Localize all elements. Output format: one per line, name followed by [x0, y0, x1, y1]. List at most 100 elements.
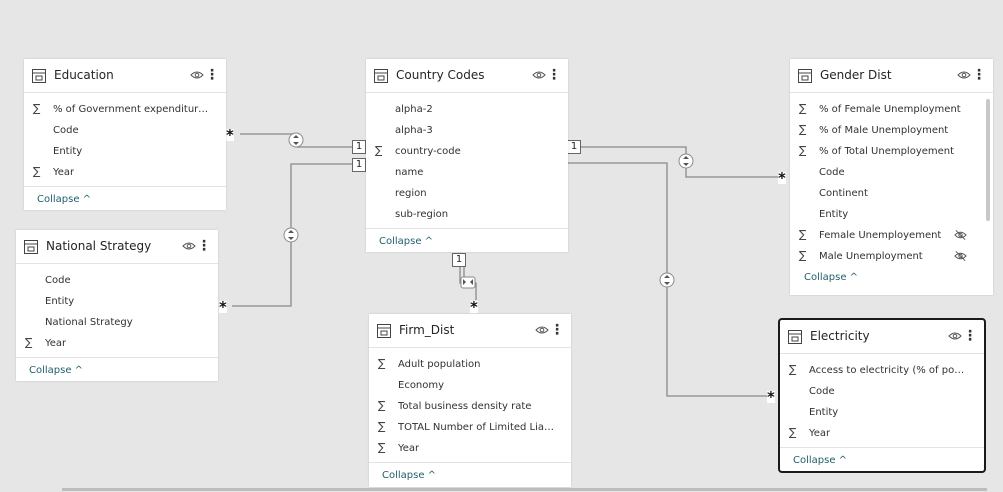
more-options-icon[interactable]: ⋮	[205, 68, 219, 82]
more-options-icon[interactable]: ⋮	[550, 323, 564, 337]
eye-slash-icon[interactable]	[954, 251, 967, 261]
table-card-firm-dist[interactable]: Firm_Dist ⋮ ∑ Adult population Economy ∑ T…	[369, 314, 571, 487]
field-row[interactable]: ∑ Total business density rate	[369, 396, 571, 417]
field-row[interactable]: ∑ Year	[16, 333, 218, 354]
field-row[interactable]: region	[366, 183, 568, 204]
collapse-button[interactable]: Collapse ^	[379, 236, 433, 247]
field-row[interactable]: ∑ Male Unemployment	[790, 246, 993, 267]
field-row[interactable]: sub-region	[366, 204, 568, 225]
field-label: Access to electricity (% of popul...	[809, 365, 969, 376]
field-row[interactable]: Code	[790, 162, 993, 183]
field-label: Code	[45, 275, 71, 286]
more-options-icon[interactable]: ⋮	[963, 329, 977, 343]
field-row[interactable]: Code	[24, 120, 226, 141]
eye-icon[interactable]	[535, 325, 549, 335]
field-row[interactable]: Code	[16, 270, 218, 291]
collapse-button[interactable]: Collapse ^	[382, 470, 436, 481]
table-title: Firm_Dist	[399, 323, 455, 337]
field-row[interactable]: ∑ Access to electricity (% of popul...	[780, 360, 984, 381]
more-options-icon[interactable]: ⋮	[547, 68, 561, 82]
table-card-electricity[interactable]: Electricity ⋮ ∑ Access to electricity (% …	[778, 318, 986, 474]
field-label: Entity	[53, 146, 83, 157]
sigma-icon: ∑	[33, 102, 41, 115]
horizontal-scrollbar[interactable]	[62, 488, 987, 491]
table-card-gender-dist[interactable]: Gender Dist ⋮ ∑ % of Female Unemployment …	[790, 59, 993, 295]
field-row[interactable]: ∑ TOTAL Number of Limited Liabil...	[369, 417, 571, 438]
table-title: National Strategy	[46, 239, 152, 253]
cardinality-many: *	[470, 298, 478, 316]
field-list: ∑ % of Female Unemployment ∑ % of Male Une…	[790, 93, 993, 267]
field-row[interactable]: National Strategy	[16, 312, 218, 333]
sigma-icon: ∑	[799, 102, 807, 115]
field-row[interactable]: ∑ % of Female Unemployment	[790, 99, 993, 120]
table-icon	[788, 330, 802, 344]
card-footer: Collapse ^	[780, 447, 984, 474]
field-label: Year	[45, 338, 67, 349]
field-row[interactable]: ∑ Female Unemployement	[790, 225, 993, 246]
sigma-icon: ∑	[789, 363, 797, 376]
field-row[interactable]: ∑ country-code	[366, 141, 568, 162]
field-label: sub-region	[395, 209, 449, 220]
eye-slash-icon[interactable]	[954, 230, 967, 240]
more-options-icon[interactable]: ⋮	[972, 68, 986, 82]
collapse-button[interactable]: Collapse ^	[29, 365, 83, 376]
field-row[interactable]: Entity	[790, 204, 993, 225]
table-title: Education	[54, 68, 114, 82]
table-card-education[interactable]: Education ⋮ ∑ % of Government expenditure…	[24, 59, 226, 210]
field-row[interactable]: Entity	[16, 291, 218, 312]
eye-icon[interactable]	[190, 70, 204, 80]
eye-icon[interactable]	[182, 241, 196, 251]
more-options-icon[interactable]: ⋮	[197, 239, 211, 253]
cardinality-one: 1	[567, 140, 581, 154]
table-header[interactable]: Firm_Dist ⋮	[369, 314, 571, 348]
field-row[interactable]: ∑ Year	[780, 423, 984, 444]
sigma-icon: ∑	[25, 336, 33, 349]
field-row[interactable]: Economy	[369, 375, 571, 396]
table-header[interactable]: Education ⋮	[24, 59, 226, 93]
collapse-button[interactable]: Collapse ^	[37, 194, 91, 205]
eye-icon[interactable]	[532, 70, 546, 80]
field-label: Year	[809, 428, 831, 439]
field-row[interactable]: ∑ Year	[24, 162, 226, 183]
field-row[interactable]: name	[366, 162, 568, 183]
field-row[interactable]: alpha-3	[366, 120, 568, 141]
field-row[interactable]: ∑ % of Male Unemployment	[790, 120, 993, 141]
field-label: Total business density rate	[398, 401, 532, 412]
table-card-national-strategy[interactable]: National Strategy ⋮ Code Entity National…	[16, 230, 218, 381]
field-label: Entity	[819, 209, 849, 220]
sigma-icon: ∑	[789, 426, 797, 439]
model-canvas[interactable]: * 1 * 1 1 * * 1 * Education ⋮ ∑ % of Gove…	[0, 0, 1003, 492]
field-label: Continent	[819, 188, 868, 199]
field-label: country-code	[395, 146, 461, 157]
card-footer: Collapse ^	[16, 357, 218, 384]
field-row[interactable]: alpha-2	[366, 99, 568, 120]
field-label: Code	[53, 125, 79, 136]
table-title: Electricity	[810, 329, 870, 343]
collapse-button[interactable]: Collapse ^	[804, 272, 858, 283]
table-header[interactable]: Gender Dist ⋮	[790, 59, 993, 93]
field-row[interactable]: Code	[780, 381, 984, 402]
field-row[interactable]: ∑ % of Government expenditure o...	[24, 99, 226, 120]
eye-icon[interactable]	[957, 70, 971, 80]
eye-icon[interactable]	[948, 331, 962, 341]
field-row[interactable]: ∑ Year	[369, 438, 571, 459]
field-label: region	[395, 188, 427, 199]
field-row[interactable]: ∑ Adult population	[369, 354, 571, 375]
sigma-icon: ∑	[378, 441, 386, 454]
field-row[interactable]: Entity	[780, 402, 984, 423]
field-list: ∑ Adult population Economy ∑ Total busines…	[369, 348, 571, 459]
table-header[interactable]: National Strategy ⋮	[16, 230, 218, 264]
table-header[interactable]: Electricity ⋮	[780, 320, 984, 354]
field-label: Code	[819, 167, 845, 178]
field-label: Adult population	[398, 359, 481, 370]
field-row[interactable]: Entity	[24, 141, 226, 162]
field-label: Female Unemployement	[819, 230, 942, 241]
collapse-button[interactable]: Collapse ^	[793, 455, 847, 466]
field-label: alpha-2	[395, 104, 433, 115]
field-list: alpha-2 alpha-3 ∑ country-code name regio…	[366, 93, 568, 225]
table-header[interactable]: Country Codes ⋮	[366, 59, 568, 93]
field-row[interactable]: Continent	[790, 183, 993, 204]
field-row[interactable]: ∑ % of Total Unemployement	[790, 141, 993, 162]
table-card-country-codes[interactable]: Country Codes ⋮ alpha-2 alpha-3 ∑ country…	[366, 59, 568, 252]
field-label: name	[395, 167, 424, 178]
